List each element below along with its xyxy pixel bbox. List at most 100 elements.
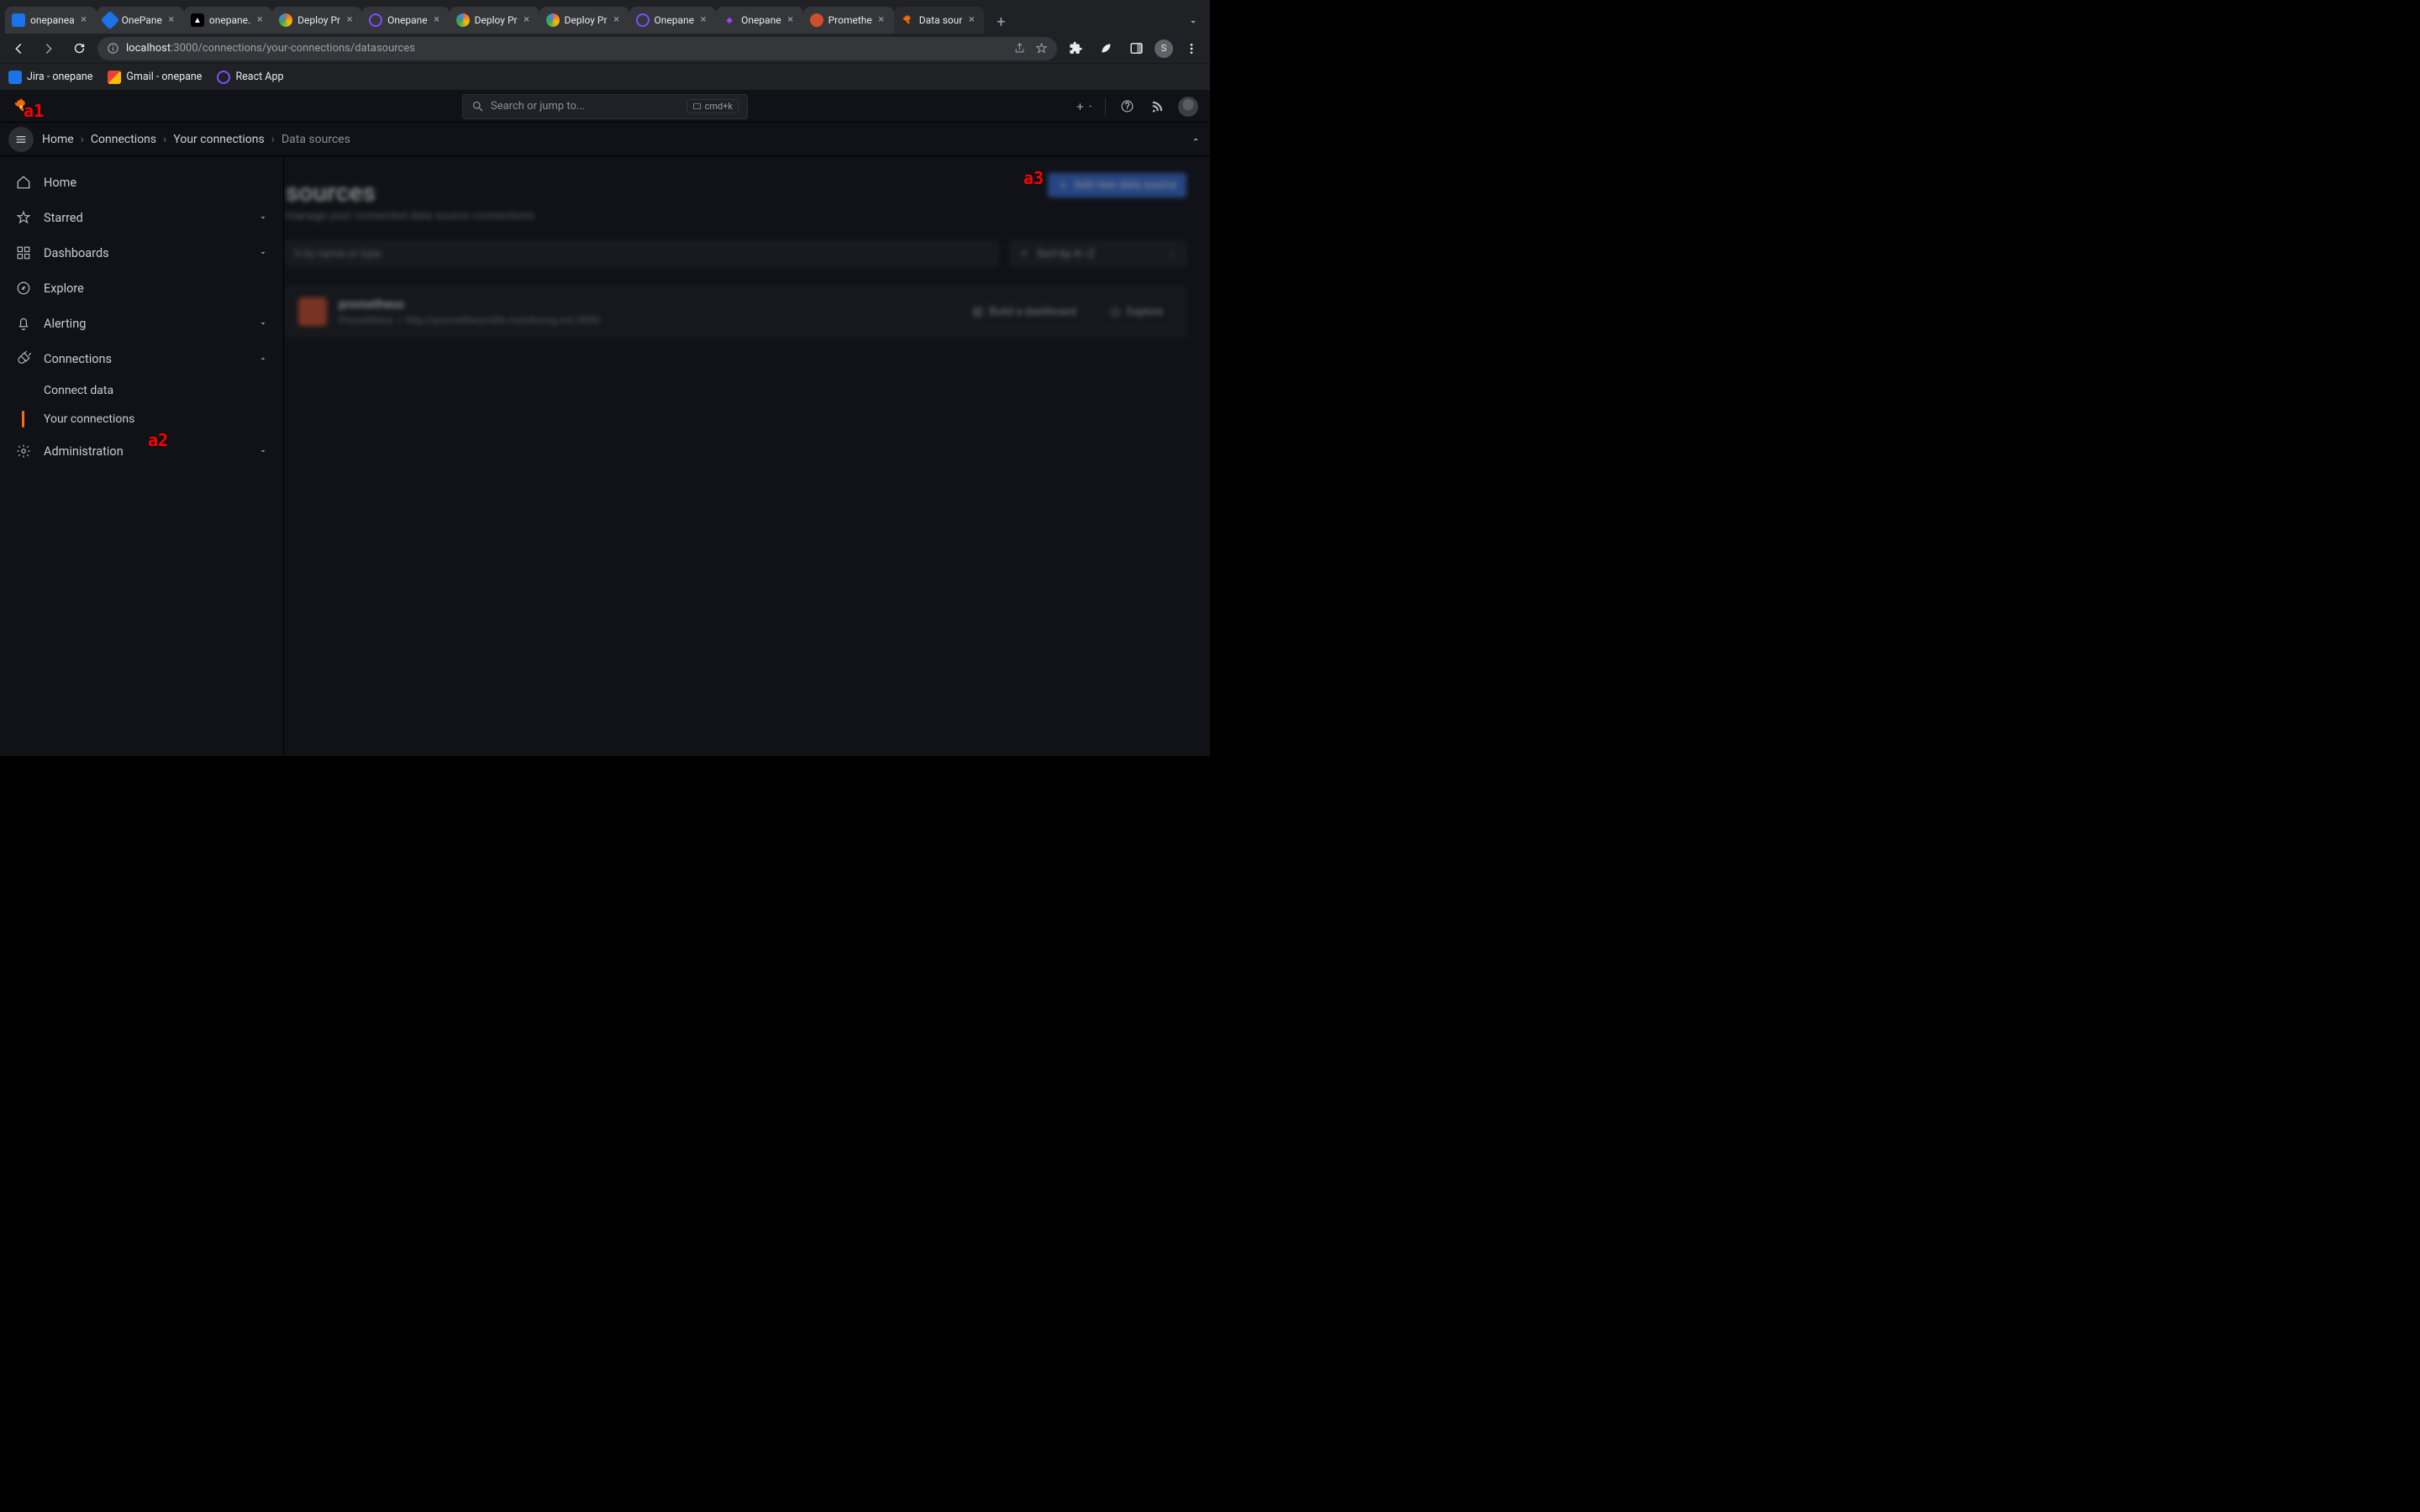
browser-tab[interactable]: Promethe × [803,7,894,34]
avatar-letter: S [1161,43,1167,54]
sidenav: Home Starred Dashboards [0,156,284,756]
close-icon[interactable]: × [876,14,887,26]
profile-avatar[interactable]: S [1155,39,1173,58]
close-icon[interactable]: × [521,14,533,26]
nav-label: Administration [44,444,124,459]
favicon-icon [546,13,560,27]
search-placeholder-text: h by name or type [295,248,381,260]
browser-tab[interactable]: OnePane × [97,7,184,34]
collapse-chevron-icon[interactable] [1190,134,1202,145]
breadcrumbs: Home › Connections › Your connections › … [42,133,350,146]
close-icon[interactable]: × [344,14,355,26]
help-icon[interactable] [1118,97,1136,116]
favicon-icon [636,13,650,27]
extensions-icon[interactable] [1064,37,1087,60]
address-bar[interactable]: localhost:3000/connections/your-connecti… [97,37,1057,60]
explore-button[interactable]: Explore [1099,299,1174,325]
browser-tab[interactable]: ▲ onepane. × [184,7,272,34]
compass-icon [15,280,32,297]
bookmark-item[interactable]: React App [217,71,283,84]
search-placeholder: Search or jump to... [491,100,585,113]
prometheus-icon [298,297,327,326]
breadcrumb-item[interactable]: Your connections [173,133,264,146]
close-icon[interactable]: × [254,14,266,26]
bookmark-item[interactable]: Gmail - onepane [108,71,202,84]
sidenav-toggle-button[interactable] [8,127,34,152]
breadcrumb-item[interactable]: Connections [91,133,156,146]
new-tab-button[interactable]: + [989,10,1013,34]
site-info-icon[interactable] [106,42,119,55]
browser-tab[interactable]: onepanea × [5,7,97,34]
nav-connect-data[interactable]: Connect data [7,376,276,405]
gear-icon [15,443,32,459]
favicon-icon: ◆ [723,13,736,27]
browser-tab[interactable]: Deploy Pr × [539,7,629,34]
panel-icon[interactable] [1124,37,1148,60]
datasource-type: Prometheus [339,314,393,326]
nav-sub-label: Your connections [44,412,134,426]
compass-icon [1110,307,1121,318]
user-avatar[interactable] [1178,97,1198,117]
close-icon[interactable]: × [965,14,977,26]
tab-title: Onepane [741,14,781,26]
divider [1105,98,1106,115]
forward-button[interactable] [37,37,60,60]
reload-button[interactable] [67,37,91,60]
bookmark-label: Jira - onepane [27,71,92,83]
nav-administration[interactable]: Administration [7,433,276,469]
bookmark-label: Gmail - onepane [126,71,202,83]
chevron-down-icon [258,213,268,223]
browser-tab[interactable]: Onepane × [362,7,450,34]
jira-icon [8,71,22,84]
close-icon[interactable]: × [166,14,177,26]
rss-icon[interactable] [1148,97,1166,116]
gmail-icon [108,71,121,84]
datasource-name: prometheus [339,297,950,312]
datasource-search-input[interactable]: h by name or type [286,241,998,266]
share-icon[interactable] [1012,41,1027,56]
add-data-source-label: Add new data source [1074,179,1176,192]
nav-label: Alerting [44,317,86,331]
back-button[interactable] [7,37,30,60]
nav-starred[interactable]: Starred [7,200,276,235]
chevron-down-icon [1168,249,1177,259]
plug-icon [15,350,32,367]
dashboards-icon [15,244,32,261]
tab-title: Onepane [387,14,428,26]
datasource-row[interactable]: prometheus Prometheus | http://prometheu… [286,286,1186,337]
browser-tab[interactable]: Deploy Pr × [272,7,362,34]
add-menu-button[interactable] [1075,97,1093,116]
react-icon [217,71,230,84]
browser-tab[interactable]: Deploy Pr × [450,7,539,34]
app-root: Search or jump to... cmd+k [0,91,1210,756]
grafana-logo-icon[interactable] [12,97,30,116]
kebab-menu-icon[interactable] [1180,37,1203,60]
nav-alerting[interactable]: Alerting [7,306,276,341]
nav-home[interactable]: Home [7,165,276,200]
tab-title: Data sour [919,14,963,26]
bookmark-item[interactable]: Jira - onepane [8,71,92,84]
tab-title: Onepane [655,14,695,26]
browser-tab-active[interactable]: Data sour × [894,7,985,34]
browser-tab[interactable]: ◆ Onepane × [716,7,803,34]
leaf-icon[interactable] [1094,37,1118,60]
bookmark-star-icon[interactable] [1034,41,1049,56]
breadcrumb-item[interactable]: Home [42,133,74,146]
nav-dashboards[interactable]: Dashboards [7,235,276,270]
favicon-icon [810,13,823,27]
close-icon[interactable]: × [785,14,797,26]
nav-label: Starred [44,211,83,225]
close-icon[interactable]: × [611,14,623,26]
close-icon[interactable]: × [697,14,709,26]
build-dashboard-button[interactable]: Build a dashboard [961,299,1087,325]
nav-connections[interactable]: Connections [7,341,276,376]
sort-select[interactable]: Sort by A–Z [1010,241,1186,266]
global-search-input[interactable]: Search or jump to... cmd+k [462,94,748,119]
close-icon[interactable]: × [78,14,90,26]
browser-tab[interactable]: Onepane × [629,7,717,34]
add-data-source-button[interactable]: Add new data source [1048,173,1186,197]
nav-your-connections[interactable]: Your connections [7,405,276,433]
tabs-dropdown-button[interactable] [1181,10,1205,34]
nav-explore[interactable]: Explore [7,270,276,306]
close-icon[interactable]: × [431,14,443,26]
